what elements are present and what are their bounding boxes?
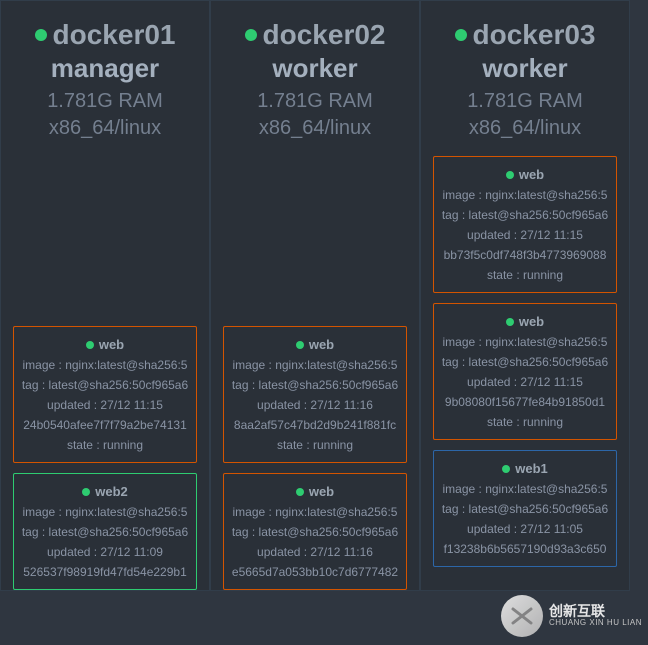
node-ram: 1.781G RAM	[211, 90, 419, 113]
watermark-sub: CHUANG XIN HU LIAN	[549, 619, 642, 628]
status-dot-icon	[245, 29, 257, 41]
container-updated: updated : 27/12 11:15	[440, 228, 610, 242]
container-title-row: web	[20, 337, 190, 352]
node-column-docker01: docker01 manager 1.781G RAM x86_64/linux…	[0, 0, 210, 591]
node-arch: x86_64/linux	[1, 117, 209, 140]
node-header: docker03 worker 1.781G RAM x86_64/linux	[421, 1, 629, 156]
node-column-docker02: docker02 worker 1.781G RAM x86_64/linux …	[210, 0, 420, 591]
container-image: image : nginx:latest@sha256:5	[440, 482, 610, 496]
status-dot-icon	[296, 341, 304, 349]
node-name[interactable]: docker01	[53, 19, 176, 51]
node-header: docker01 manager 1.781G RAM x86_64/linux	[1, 1, 209, 156]
container-title-row: web	[440, 314, 610, 329]
container-tag: tag : latest@sha256:50cf965a6	[20, 378, 190, 392]
node-arch: x86_64/linux	[211, 117, 419, 140]
status-dot-icon	[82, 488, 90, 496]
container-image: image : nginx:latest@sha256:5	[440, 188, 610, 202]
node-grid: docker01 manager 1.781G RAM x86_64/linux…	[0, 0, 648, 591]
container-state: state : running	[440, 268, 610, 282]
container-updated: updated : 27/12 11:15	[20, 398, 190, 412]
container-title-row: web	[230, 337, 400, 352]
container-title: web	[99, 337, 124, 352]
container-title: web2	[95, 484, 128, 499]
containers-list: web image : nginx:latest@sha256:5 tag : …	[421, 156, 629, 567]
container-image: image : nginx:latest@sha256:5	[20, 505, 190, 519]
container-image: image : nginx:latest@sha256:5	[230, 505, 400, 519]
container-image: image : nginx:latest@sha256:5	[20, 358, 190, 372]
container-hash: 24b0540afee7f7f79a2be74131	[20, 418, 190, 432]
container-title: web	[519, 314, 544, 329]
containers-list: web image : nginx:latest@sha256:5 tag : …	[211, 156, 419, 590]
node-arch: x86_64/linux	[421, 117, 629, 140]
container-card-web[interactable]: web image : nginx:latest@sha256:5 tag : …	[223, 473, 407, 590]
container-tag: tag : latest@sha256:50cf965a6	[230, 525, 400, 539]
container-title-row: web2	[20, 484, 190, 499]
container-tag: tag : latest@sha256:50cf965a6	[230, 378, 400, 392]
container-tag: tag : latest@sha256:50cf965a6	[440, 355, 610, 369]
container-card-web[interactable]: web image : nginx:latest@sha256:5 tag : …	[223, 326, 407, 463]
node-header: docker02 worker 1.781G RAM x86_64/linux	[211, 1, 419, 156]
watermark-logo	[501, 595, 543, 637]
status-dot-icon	[455, 29, 467, 41]
container-title-row: web	[440, 167, 610, 182]
watermark-text: 创新互联 CHUANG XIN HU LIAN	[549, 604, 642, 628]
node-column-docker03: docker03 worker 1.781G RAM x86_64/linux …	[420, 0, 630, 591]
container-state: state : running	[20, 438, 190, 452]
container-title: web	[519, 167, 544, 182]
container-title: web	[309, 484, 334, 499]
status-dot-icon	[86, 341, 94, 349]
watermark-main: 创新互联	[549, 604, 642, 619]
status-dot-icon	[296, 488, 304, 496]
container-card-web[interactable]: web image : nginx:latest@sha256:5 tag : …	[13, 326, 197, 463]
node-name-row: docker01	[1, 19, 209, 51]
container-card-web[interactable]: web image : nginx:latest@sha256:5 tag : …	[433, 303, 617, 440]
container-updated: updated : 27/12 11:15	[440, 375, 610, 389]
node-ram: 1.781G RAM	[1, 90, 209, 113]
empty-spacer	[223, 156, 407, 316]
container-image: image : nginx:latest@sha256:5	[230, 358, 400, 372]
container-updated: updated : 27/12 11:16	[230, 545, 400, 559]
node-ram: 1.781G RAM	[421, 90, 629, 113]
container-card-web1[interactable]: web1 image : nginx:latest@sha256:5 tag :…	[433, 450, 617, 567]
node-name[interactable]: docker02	[263, 19, 386, 51]
container-state: state : running	[230, 438, 400, 452]
container-card-web[interactable]: web image : nginx:latest@sha256:5 tag : …	[433, 156, 617, 293]
node-role: worker	[421, 53, 629, 84]
node-role: manager	[1, 53, 209, 84]
container-hash: 8aa2af57c47bd2d9b241f881fc	[230, 418, 400, 432]
node-name-row: docker03	[421, 19, 629, 51]
container-tag: tag : latest@sha256:50cf965a6	[440, 208, 610, 222]
container-hash: 9b08080f15677fe84b91850d1	[440, 395, 610, 409]
container-title: web1	[515, 461, 548, 476]
status-dot-icon	[502, 465, 510, 473]
status-dot-icon	[506, 318, 514, 326]
status-dot-icon	[35, 29, 47, 41]
container-hash: 526537f98919fd47fd54e229b1	[20, 565, 190, 579]
container-hash: e5665d7a053bb10c7d6777482	[230, 565, 400, 579]
containers-list: web image : nginx:latest@sha256:5 tag : …	[1, 156, 209, 590]
container-hash: bb73f5c0df748f3b4773969088	[440, 248, 610, 262]
empty-spacer	[13, 156, 197, 316]
container-title: web	[309, 337, 334, 352]
container-updated: updated : 27/12 11:09	[20, 545, 190, 559]
node-name-row: docker02	[211, 19, 419, 51]
container-tag: tag : latest@sha256:50cf965a6	[20, 525, 190, 539]
container-tag: tag : latest@sha256:50cf965a6	[440, 502, 610, 516]
container-state: state : running	[440, 415, 610, 429]
node-name[interactable]: docker03	[473, 19, 596, 51]
status-dot-icon	[506, 171, 514, 179]
container-image: image : nginx:latest@sha256:5	[440, 335, 610, 349]
node-role: worker	[211, 53, 419, 84]
container-card-web2[interactable]: web2 image : nginx:latest@sha256:5 tag :…	[13, 473, 197, 590]
container-title-row: web	[230, 484, 400, 499]
container-hash: f13238b6b5657190d93a3c650	[440, 542, 610, 556]
watermark: 创新互联 CHUANG XIN HU LIAN	[501, 595, 642, 637]
container-updated: updated : 27/12 11:05	[440, 522, 610, 536]
container-updated: updated : 27/12 11:16	[230, 398, 400, 412]
container-title-row: web1	[440, 461, 610, 476]
